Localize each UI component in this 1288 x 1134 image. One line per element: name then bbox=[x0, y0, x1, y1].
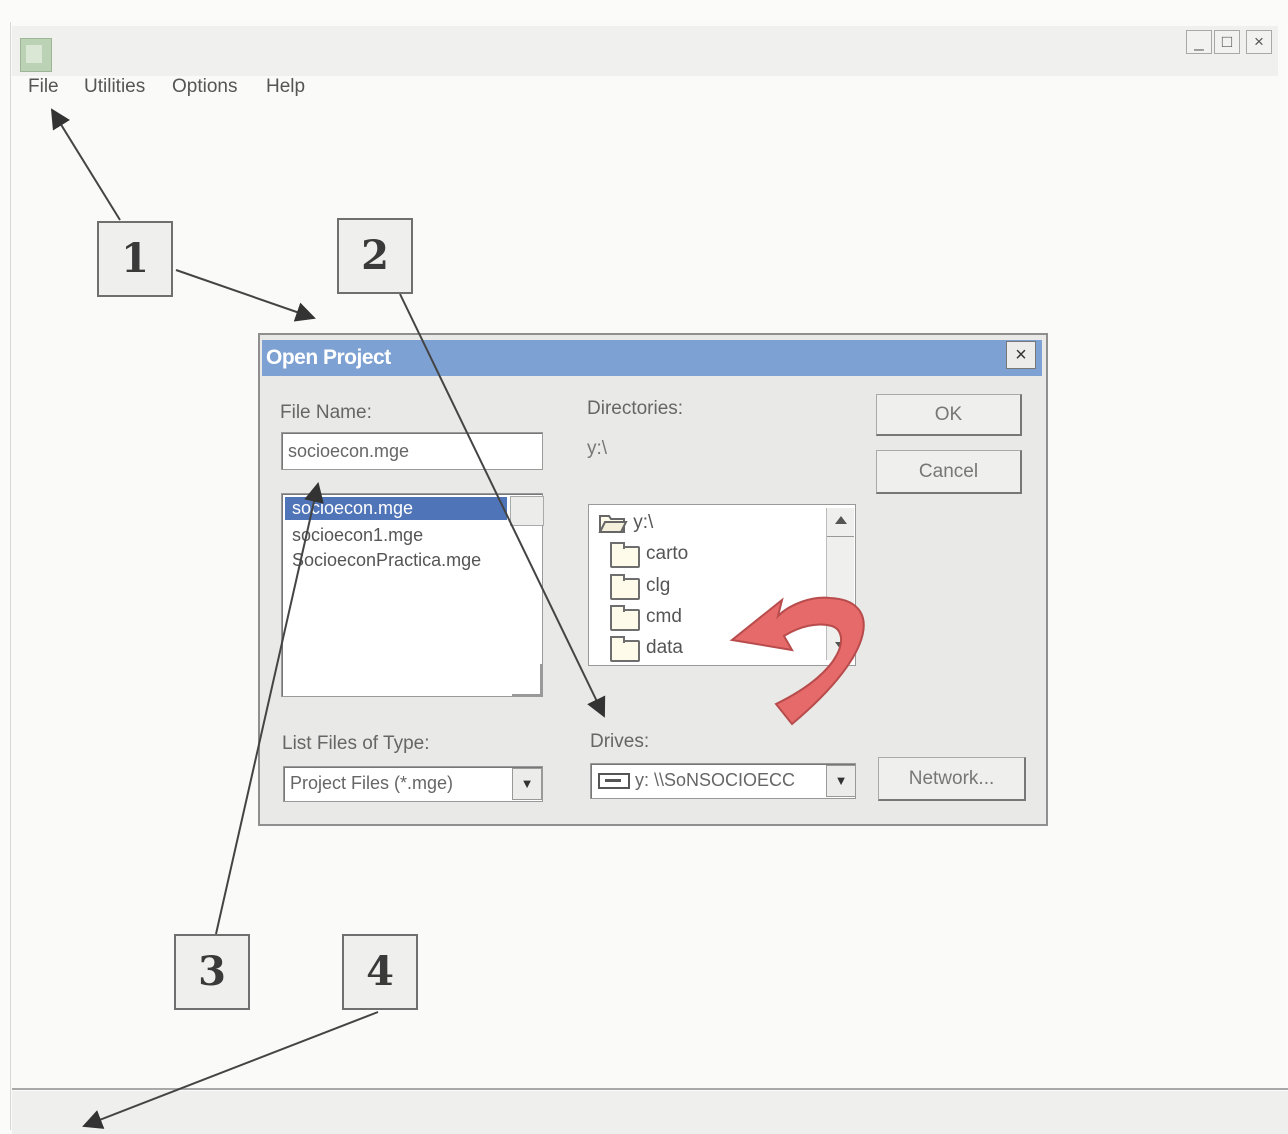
file-name-label: File Name: bbox=[280, 402, 372, 423]
folder-icon bbox=[610, 574, 640, 600]
file-list-item[interactable]: SocioeconPractica.mge bbox=[292, 550, 481, 571]
directory-item[interactable]: data bbox=[646, 637, 683, 659]
menu-help[interactable]: Help bbox=[266, 76, 305, 98]
maximize-button[interactable]: □ bbox=[1214, 30, 1240, 54]
directory-item-root[interactable]: y:\ bbox=[598, 512, 653, 534]
callout-1: 1 bbox=[97, 221, 173, 297]
directory-item[interactable]: carto bbox=[646, 543, 688, 565]
file-name-input[interactable]: socioecon.mge bbox=[281, 432, 543, 470]
file-list-item[interactable]: socioecon.mge bbox=[292, 498, 413, 519]
chevron-down-icon[interactable]: ▼ bbox=[826, 765, 856, 797]
scroll-down-icon[interactable] bbox=[835, 642, 847, 650]
drive-icon bbox=[598, 773, 630, 789]
file-list-item[interactable]: socioecon1.mge bbox=[292, 525, 423, 546]
folder-icon bbox=[610, 542, 640, 568]
file-list-scroll-corner bbox=[512, 664, 542, 696]
cancel-button[interactable]: Cancel bbox=[876, 450, 1022, 494]
callout-3: 3 bbox=[174, 934, 250, 1010]
folder-open-icon bbox=[598, 515, 628, 533]
dialog-title: Open Project bbox=[266, 346, 391, 369]
menu-utilities[interactable]: Utilities bbox=[84, 76, 145, 98]
network-button[interactable]: Network... bbox=[878, 757, 1026, 801]
chevron-down-icon[interactable]: ▼ bbox=[512, 768, 542, 800]
close-window-button[interactable]: × bbox=[1246, 30, 1272, 54]
callout-2: 2 bbox=[337, 218, 413, 294]
directory-item[interactable]: cmd bbox=[646, 606, 682, 628]
file-list-scrollbar[interactable] bbox=[510, 496, 544, 526]
directories-label: Directories: bbox=[587, 398, 684, 419]
callout-4: 4 bbox=[342, 934, 418, 1010]
current-directory: y:\ bbox=[587, 438, 608, 459]
window-title-bar bbox=[12, 26, 1278, 76]
folder-icon bbox=[610, 636, 640, 662]
list-files-of-type-label: List Files of Type: bbox=[282, 733, 430, 754]
status-bar bbox=[12, 1091, 1288, 1134]
directory-item[interactable]: clg bbox=[646, 575, 670, 597]
app-icon[interactable] bbox=[20, 38, 52, 72]
drives-label: Drives: bbox=[590, 731, 650, 752]
folder-icon bbox=[610, 605, 640, 631]
menu-options[interactable]: Options bbox=[172, 76, 237, 98]
scroll-up-icon[interactable] bbox=[835, 516, 847, 524]
dialog-close-button[interactable]: × bbox=[1006, 341, 1036, 369]
scroll-separator bbox=[827, 536, 854, 537]
menu-file[interactable]: File bbox=[28, 76, 59, 98]
file-type-select[interactable]: Project Files (*.mge) bbox=[283, 766, 543, 802]
file-list[interactable] bbox=[281, 493, 543, 697]
ok-button[interactable]: OK bbox=[876, 394, 1022, 436]
status-bar-divider bbox=[12, 1088, 1288, 1090]
directory-list-scrollbar[interactable] bbox=[826, 508, 854, 660]
minimize-button[interactable]: _ bbox=[1186, 30, 1212, 54]
